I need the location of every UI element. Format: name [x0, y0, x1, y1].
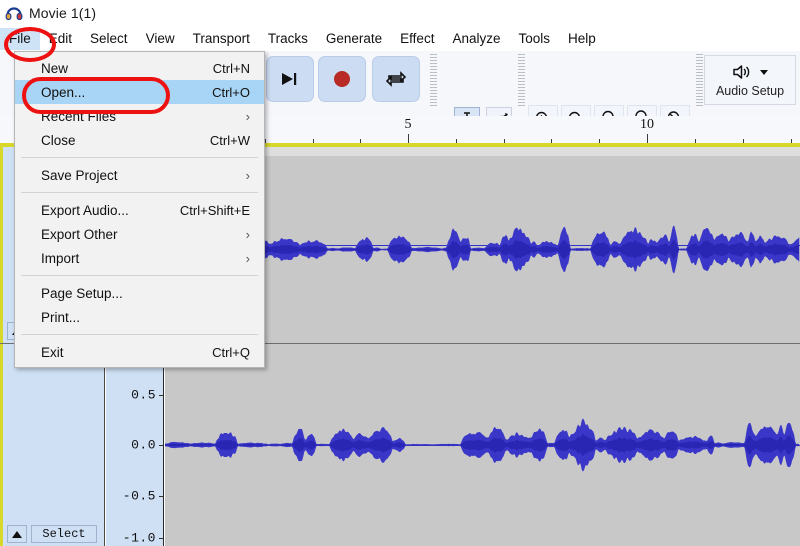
- loop-icon: [385, 71, 407, 87]
- file-menu-item-label: Print...: [41, 309, 81, 325]
- file-menu-item-open[interactable]: Open... Ctrl+O: [15, 80, 264, 104]
- file-menu-item-export-other[interactable]: Export Other ›: [15, 222, 264, 246]
- file-menu-item-label: Open...: [41, 84, 86, 100]
- menu-separator: [21, 157, 258, 158]
- vruler-label: -1.0: [122, 530, 156, 546]
- file-menu-item-exit[interactable]: Exit Ctrl+Q: [15, 340, 264, 364]
- file-menu-item-label: Export Other: [41, 226, 118, 242]
- menu-separator: [21, 192, 258, 193]
- submenu-chevron-right-icon: ›: [245, 250, 250, 266]
- titlebar: Movie 1(1): [0, 0, 800, 26]
- submenu-chevron-right-icon: ›: [245, 108, 250, 124]
- audio-setup-toolbar-grip[interactable]: [696, 54, 703, 106]
- file-menu-item-label: Recent Files: [41, 108, 117, 124]
- triangle-up-icon: [12, 530, 22, 538]
- menu-tracks[interactable]: Tracks: [259, 28, 317, 50]
- track-2-control-panel[interactable]: Select: [3, 344, 105, 546]
- file-menu-item-label: Page Setup...: [41, 285, 123, 301]
- ruler-label: 10: [640, 117, 654, 132]
- file-menu-item-accelerator: Ctrl+Q: [212, 344, 250, 360]
- file-menu-item-print[interactable]: Print...: [15, 305, 264, 329]
- menu-edit[interactable]: Edit: [40, 28, 81, 50]
- record-circle-icon: [334, 71, 350, 87]
- submenu-chevron-right-icon: ›: [245, 226, 250, 242]
- file-menu-item-export-audio[interactable]: Export Audio... Ctrl+Shift+E: [15, 198, 264, 222]
- ruler-major-tick: [647, 134, 648, 143]
- track-2-select-button[interactable]: Select: [31, 525, 97, 543]
- skip-to-end-icon: [282, 73, 297, 85]
- track-2-waveform[interactable]: [165, 344, 800, 546]
- loop-button[interactable]: [372, 56, 420, 102]
- file-menu-item-import[interactable]: Import ›: [15, 246, 264, 270]
- vruler-label: 0.5: [131, 387, 156, 402]
- record-button[interactable]: [318, 56, 366, 102]
- ruler-major-tick: [408, 134, 409, 143]
- track-2-select-row: Select: [7, 524, 103, 544]
- menu-select[interactable]: Select: [81, 28, 137, 50]
- skip-to-end-button[interactable]: [266, 56, 314, 102]
- file-menu-item-recent-files[interactable]: Recent Files ›: [15, 104, 264, 128]
- menu-file[interactable]: File: [0, 27, 40, 50]
- ruler-label: 5: [404, 117, 412, 132]
- submenu-chevron-right-icon: ›: [245, 167, 250, 183]
- file-menu-item-label: Exit: [41, 344, 64, 360]
- vruler-tick: [159, 495, 163, 497]
- track-2-vertical-ruler[interactable]: 1.00.50.0-0.5-1.0: [106, 344, 164, 546]
- file-menu-item-label: New: [41, 60, 69, 76]
- menu-view[interactable]: View: [137, 28, 184, 50]
- menu-generate[interactable]: Generate: [317, 28, 391, 50]
- file-menu-item-accelerator: Ctrl+W: [209, 132, 250, 148]
- track-2-collapse-button[interactable]: [7, 525, 27, 543]
- track-2[interactable]: Select 1.00.50.0-0.5-1.0: [0, 344, 800, 546]
- file-menu-item-label: Save Project: [41, 167, 118, 183]
- audio-setup-button[interactable]: Audio Setup: [704, 55, 796, 105]
- menu-separator: [21, 334, 258, 335]
- track-2-waveform-svg: [165, 418, 800, 472]
- file-menu-item-accelerator: Ctrl+Shift+E: [179, 202, 250, 218]
- vruler-tick: [159, 538, 163, 539]
- file-menu-item-accelerator: Ctrl+O: [212, 84, 250, 100]
- audacity-window: Movie 1(1) File Edit Select View Transport Tr…: [0, 0, 800, 546]
- window-title: Movie 1(1): [29, 5, 97, 21]
- file-menu-item-save-project[interactable]: Save Project ›: [15, 163, 264, 187]
- file-menu-item-close[interactable]: Close Ctrl+W: [15, 128, 264, 152]
- tools-toolbar-grip[interactable]: [430, 54, 437, 106]
- speaker-icon: [732, 64, 749, 79]
- file-menu-item-label: Export Audio...: [41, 202, 129, 218]
- menu-tools[interactable]: Tools: [509, 28, 559, 50]
- audacity-headphones-icon: [5, 4, 23, 22]
- file-menu-item-page-setup[interactable]: Page Setup...: [15, 281, 264, 305]
- vruler-tick: [159, 394, 163, 396]
- file-menu-item-new[interactable]: New Ctrl+N: [15, 56, 264, 80]
- vruler-tick: [159, 445, 163, 446]
- vruler-label: 0.0: [131, 437, 156, 453]
- menu-transport[interactable]: Transport: [184, 28, 259, 50]
- file-menu-item-label: Import: [41, 250, 80, 266]
- menubar: File Edit Select View Transport Tracks Generat…: [0, 26, 800, 52]
- file-menu-item-label: Close: [41, 132, 76, 148]
- audio-setup-label: Audio Setup: [715, 83, 785, 98]
- file-menu-item-accelerator: Ctrl+N: [212, 60, 250, 76]
- vruler-label: -0.5: [122, 488, 156, 503]
- menu-effect[interactable]: Effect: [391, 28, 443, 50]
- file-menu-dropdown[interactable]: New Ctrl+N Open... Ctrl+O Recent Files › Close…: [14, 51, 265, 368]
- menu-help[interactable]: Help: [559, 28, 605, 50]
- menu-analyze[interactable]: Analyze: [443, 28, 509, 50]
- chevron-down-icon: [759, 69, 768, 75]
- menu-separator: [21, 275, 258, 276]
- edit-toolbar-grip[interactable]: [518, 54, 525, 106]
